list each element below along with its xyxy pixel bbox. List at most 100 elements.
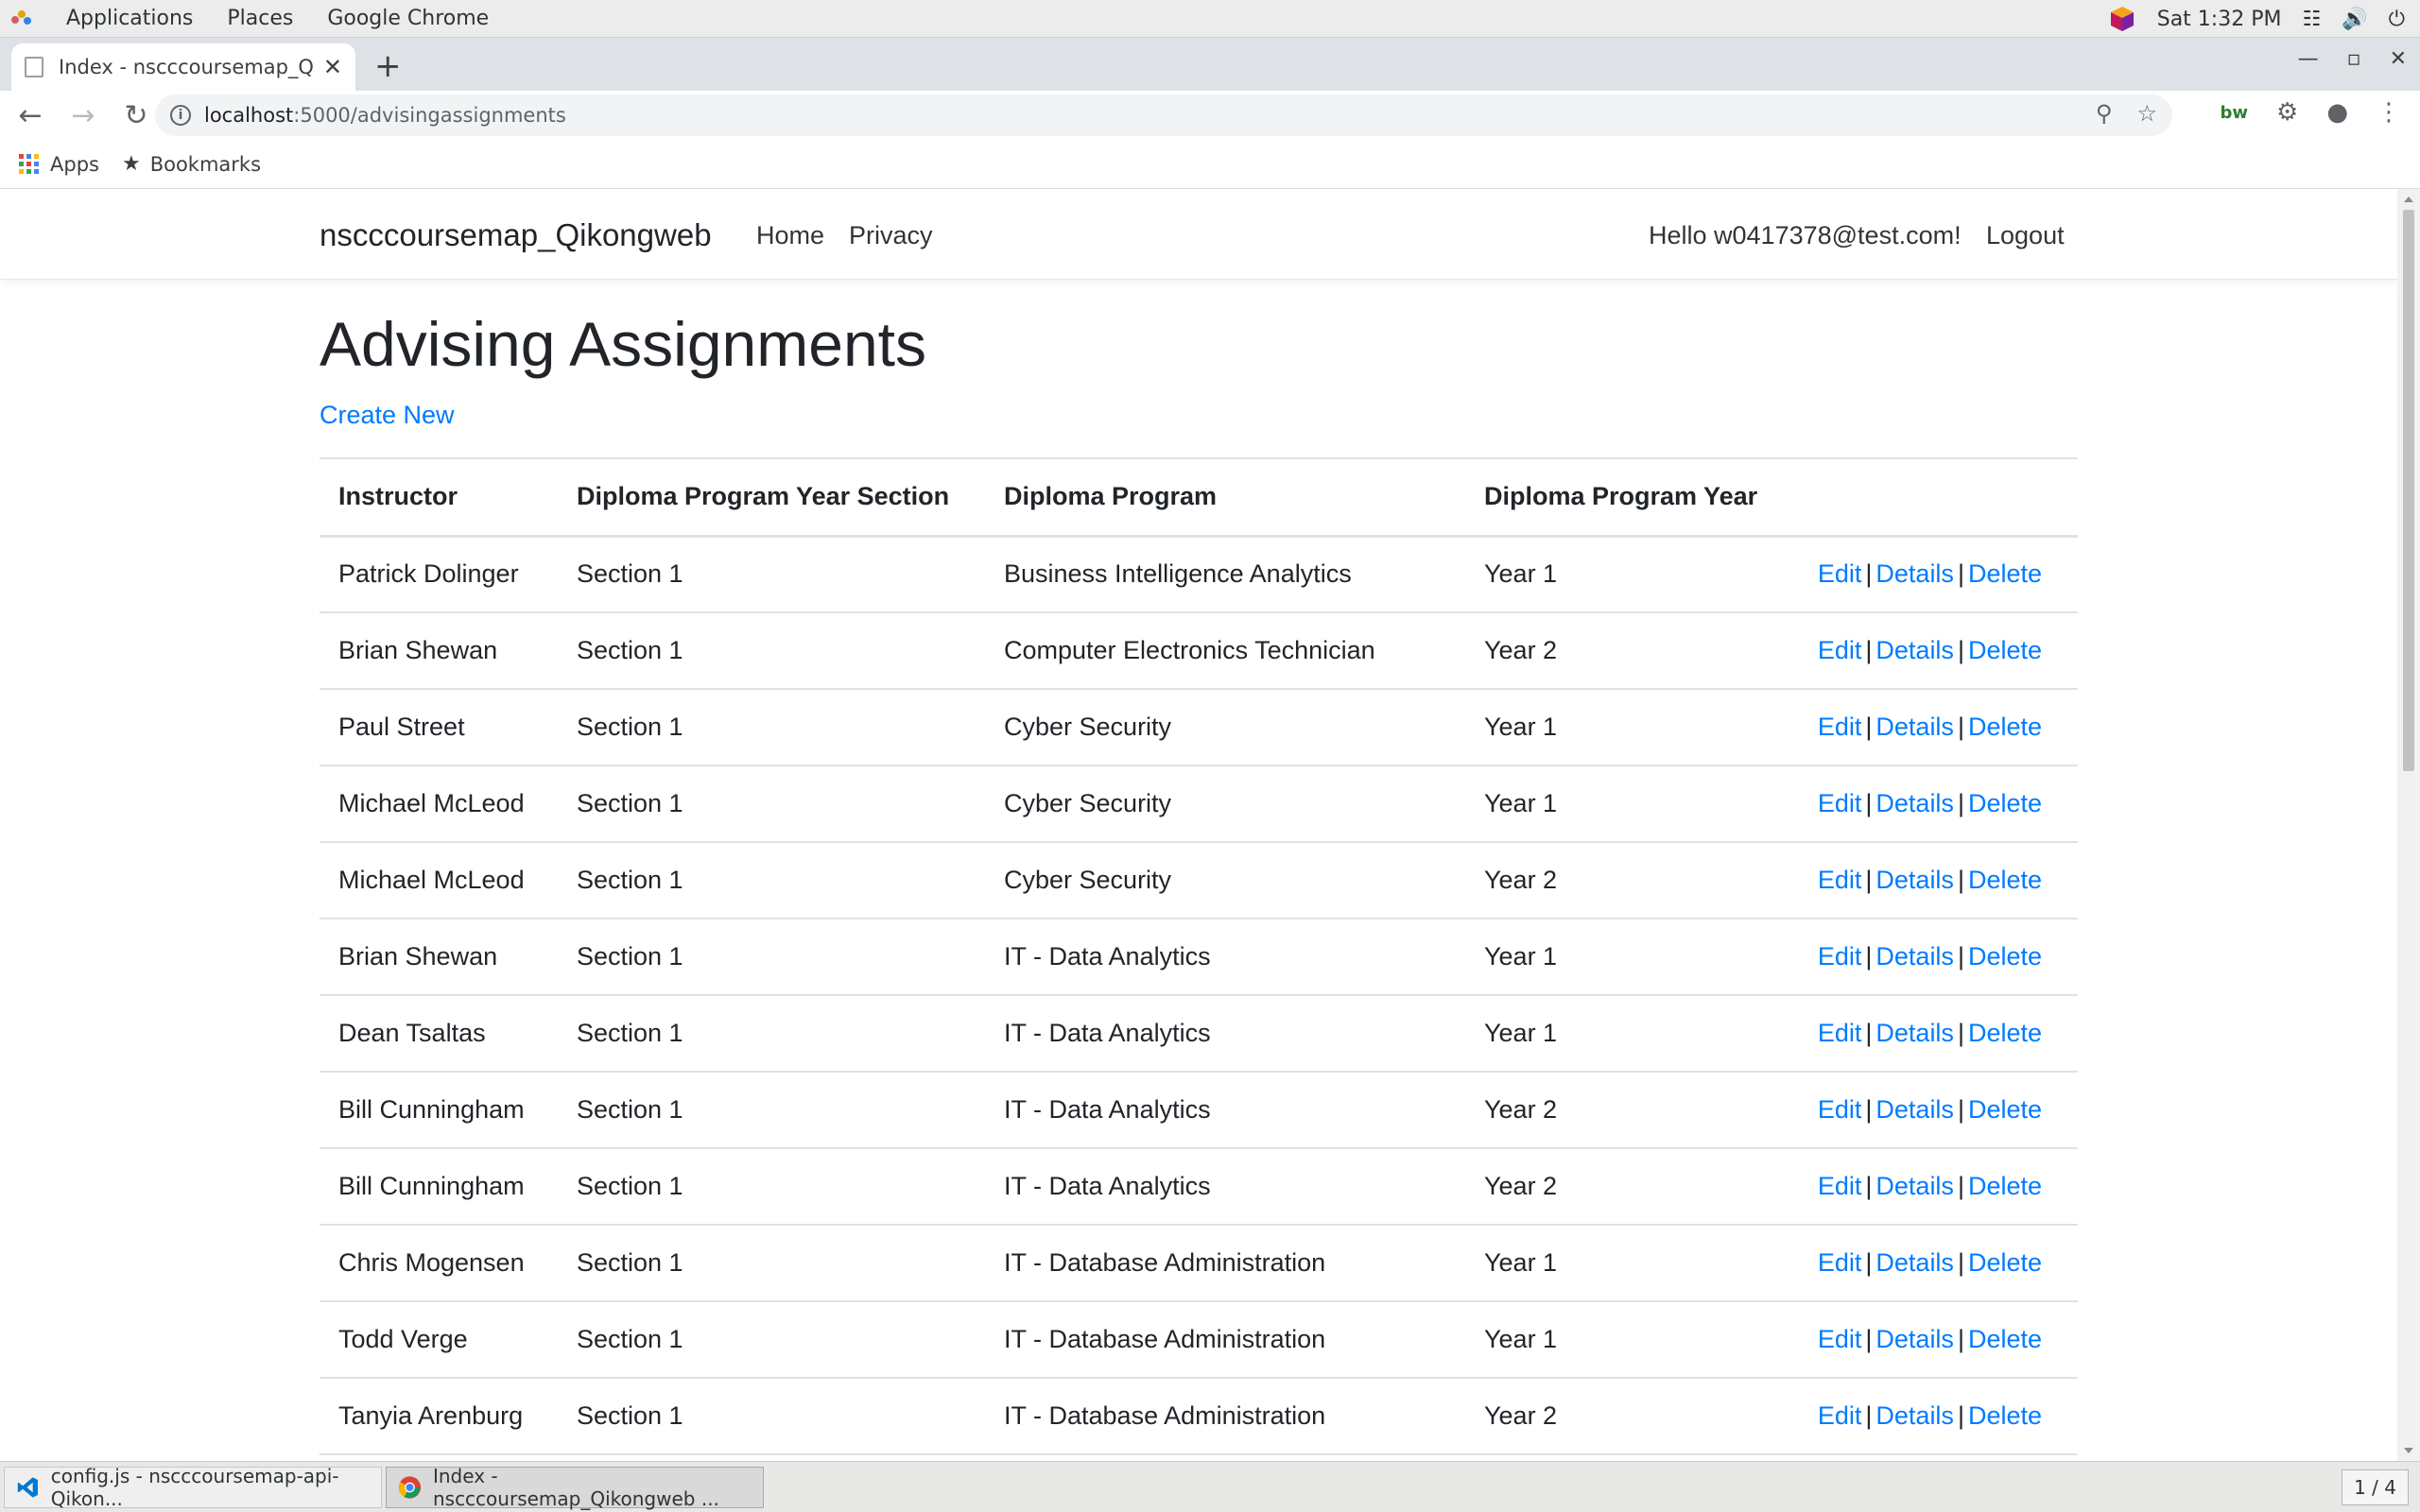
delete-link[interactable]: Delete	[1968, 789, 2042, 817]
delete-link[interactable]: Delete	[1968, 1095, 2042, 1124]
delete-link[interactable]: Delete	[1968, 1019, 2042, 1047]
url-path: :5000/advisingassignments	[293, 104, 566, 127]
site-brand[interactable]: nscccoursemap_Qikongweb	[320, 217, 712, 253]
cell-program-year: Year 1	[1465, 536, 1777, 613]
nav-privacy-link[interactable]: Privacy	[849, 221, 933, 250]
row-actions: Edit | Details | Delete	[1776, 995, 2078, 1073]
nav-home-link[interactable]: Home	[756, 221, 824, 250]
taskbar-item-vscode[interactable]: config.js - nscccoursemap-api-Qikon...	[4, 1465, 382, 1510]
table-row: Brian Shewan Section 1 IT - Data Analytics…	[320, 919, 2078, 996]
details-link[interactable]: Details	[1876, 1401, 1954, 1430]
details-link[interactable]: Details	[1876, 1019, 1954, 1047]
site-info-icon[interactable]: i	[170, 105, 191, 126]
details-link[interactable]: Details	[1876, 1172, 1954, 1200]
bookmarks-folder[interactable]: ★ Bookmarks	[122, 152, 261, 176]
table-row: Todd Verge Section 1 IT - Database Adminis…	[320, 1301, 2078, 1379]
details-link[interactable]: Details	[1876, 789, 1954, 817]
edit-link[interactable]: Edit	[1818, 1325, 1862, 1353]
details-link[interactable]: Details	[1876, 636, 1954, 664]
close-window-icon[interactable]: ✕	[2390, 47, 2407, 71]
cell-program: IT - Data Analytics	[985, 995, 1465, 1073]
delete-link[interactable]: Delete	[1968, 713, 2042, 741]
chrome-menu-icon[interactable]: ⋮	[2377, 98, 2401, 127]
edit-link[interactable]: Edit	[1818, 559, 1862, 588]
places-menu[interactable]: Places	[227, 7, 293, 30]
scroll-up-icon[interactable]	[2404, 197, 2413, 202]
applications-menu[interactable]: Applications	[66, 7, 193, 30]
extension-bw-icon[interactable]: bw	[2220, 103, 2248, 123]
separator: |	[1957, 942, 1964, 971]
row-actions: Edit | Details | Delete	[1776, 919, 2078, 996]
apps-label: Apps	[50, 152, 99, 176]
clock[interactable]: Sat 1:32 PM	[2157, 8, 2282, 31]
maximize-icon[interactable]: ▫	[2347, 47, 2361, 71]
scroll-down-icon[interactable]	[2404, 1448, 2413, 1453]
profile-icon[interactable]: ●	[2326, 98, 2348, 127]
cell-program: Cyber Security	[985, 765, 1465, 843]
scrollbar-thumb[interactable]	[2403, 210, 2414, 771]
delete-link[interactable]: Delete	[1968, 1172, 2042, 1200]
edit-link[interactable]: Edit	[1818, 636, 1862, 664]
table-row: Chris Mogensen Section 1 IT - Database Adm…	[320, 1225, 2078, 1302]
delete-link[interactable]: Delete	[1968, 942, 2042, 971]
details-link[interactable]: Details	[1876, 559, 1954, 588]
edit-link[interactable]: Edit	[1818, 1248, 1862, 1277]
forward-icon[interactable]: →	[60, 99, 106, 132]
edit-link[interactable]: Edit	[1818, 1019, 1862, 1047]
browser-tab[interactable]: Index - nscccoursemap_Qikongweb ✕	[11, 43, 355, 91]
app-cube-icon[interactable]	[2108, 5, 2136, 33]
delete-link[interactable]: Delete	[1968, 636, 2042, 664]
extension-gear-icon[interactable]: ⚙	[2276, 98, 2298, 127]
details-link[interactable]: Details	[1876, 1248, 1954, 1277]
details-link[interactable]: Details	[1876, 713, 1954, 741]
edit-link[interactable]: Edit	[1818, 1172, 1862, 1200]
page-scrollbar[interactable]	[2397, 189, 2420, 1461]
google-chrome-menu[interactable]: Google Chrome	[327, 7, 489, 30]
user-greeting[interactable]: Hello w0417378@test.com!	[1649, 221, 1962, 250]
edit-link[interactable]: Edit	[1818, 1401, 1862, 1430]
delete-link[interactable]: Delete	[1968, 1325, 2042, 1353]
volume-icon[interactable]: 🔊	[2342, 8, 2367, 31]
bookmark-star-icon[interactable]: ☆	[2136, 100, 2157, 127]
cell-year-section: Section 1	[558, 765, 985, 843]
zoom-icon[interactable]: ⚲	[2096, 100, 2113, 127]
delete-link[interactable]: Delete	[1968, 559, 2042, 588]
cell-program-year: Year 2	[1465, 1072, 1777, 1149]
vscode-icon	[17, 1476, 38, 1498]
logout-link[interactable]: Logout	[1986, 221, 2065, 250]
row-actions: Edit | Details | Delete	[1776, 765, 2078, 843]
new-tab-button[interactable]: +	[374, 47, 402, 85]
edit-link[interactable]: Edit	[1818, 713, 1862, 741]
edit-link[interactable]: Edit	[1818, 866, 1862, 894]
table-row: Tanyia Arenburg Section 1 IT - Database Ad…	[320, 1378, 2078, 1455]
power-icon[interactable]: ⏻	[2389, 8, 2405, 31]
delete-link[interactable]: Delete	[1968, 1401, 2042, 1430]
separator: |	[1957, 1325, 1964, 1353]
edit-link[interactable]: Edit	[1818, 789, 1862, 817]
delete-link[interactable]: Delete	[1968, 1248, 2042, 1277]
apps-shortcut[interactable]: Apps	[19, 153, 99, 176]
back-icon[interactable]: ←	[8, 99, 53, 132]
details-link[interactable]: Details	[1876, 1095, 1954, 1124]
edit-link[interactable]: Edit	[1818, 942, 1862, 971]
taskbar-item-chrome[interactable]: Index - nscccoursemap_Qikongweb ...	[386, 1465, 764, 1510]
close-tab-icon[interactable]: ✕	[323, 54, 342, 80]
edit-link[interactable]: Edit	[1818, 1095, 1862, 1124]
details-link[interactable]: Details	[1876, 942, 1954, 971]
address-bar[interactable]: i localhost:5000/advisingassignments ⚲ ☆	[155, 94, 2172, 136]
cell-instructor: Chris Mogensen	[320, 1225, 558, 1302]
details-link[interactable]: Details	[1876, 866, 1954, 894]
create-new-link[interactable]: Create New	[320, 401, 455, 430]
cell-program-year: Year 1	[1465, 1301, 1777, 1379]
workspace-pager[interactable]: 1 / 4	[2342, 1469, 2409, 1505]
delete-link[interactable]: Delete	[1968, 866, 2042, 894]
minimize-icon[interactable]: —	[2298, 47, 2319, 71]
network-icon[interactable]: ☷	[2302, 8, 2321, 31]
cell-instructor: Brian Shewan	[320, 919, 558, 996]
details-link[interactable]: Details	[1876, 1325, 1954, 1353]
bookmarks-bar: Apps ★ Bookmarks	[0, 140, 2420, 189]
page-title: Advising Assignments	[320, 309, 926, 379]
cell-program: IT - Database Administration	[985, 1301, 1465, 1379]
reload-icon[interactable]: ↻	[113, 99, 159, 132]
table-row: Bill Cunningham Section 1 IT - Data Analyt…	[320, 1072, 2078, 1149]
